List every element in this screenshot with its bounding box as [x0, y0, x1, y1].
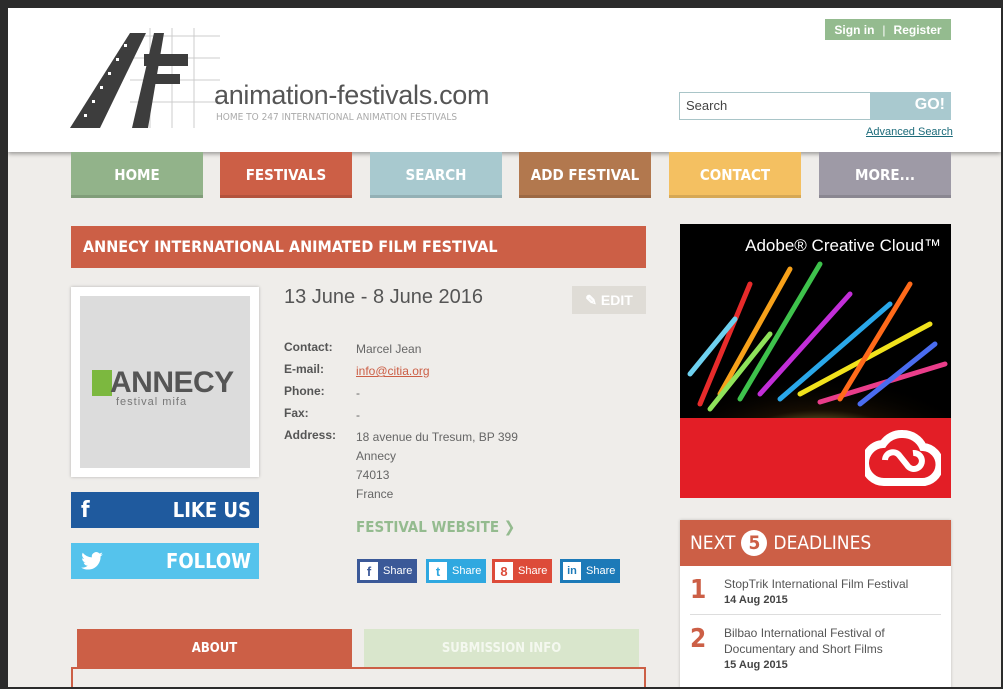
deadline-rank: 1 — [690, 575, 707, 605]
site-name[interactable]: animation-festivals.com — [214, 80, 490, 111]
nav-add-festival[interactable]: ADD FESTIVAL — [519, 152, 651, 198]
share-google-plus-button[interactable]: 8 Share — [492, 559, 553, 583]
deadline-festival-name[interactable]: StopTrik International Film Festival — [724, 576, 941, 592]
share-twitter-button[interactable]: t Share — [426, 559, 487, 583]
festival-logo-card: ANNECY festival mifa — [71, 287, 259, 477]
email-link[interactable]: info@citia.org — [356, 362, 430, 384]
search-input[interactable]: Search — [679, 92, 871, 120]
festival-title: ANNECY INTERNATIONAL ANIMATED FILM FESTI… — [71, 226, 646, 268]
like-us-label: LIKE US — [172, 498, 251, 522]
nav-festivals[interactable]: FESTIVALS — [220, 152, 352, 198]
address-line: Annecy — [356, 449, 397, 463]
tab-panel — [71, 667, 646, 687]
site-logo-icon[interactable] — [70, 28, 220, 128]
festival-logo: ANNECY festival mifa — [80, 296, 250, 468]
contact-label: Contact: — [284, 340, 333, 354]
facebook-like-button[interactable]: f LIKE US — [71, 492, 259, 528]
facebook-icon: f — [81, 497, 90, 523]
festival-contact-info: Contact: Marcel Jean E-mail: info@citia.… — [284, 340, 518, 504]
festival-dates: 13 June - 8 June 2016 — [284, 286, 484, 308]
tab-submission-info[interactable]: SUBMISSION INFO — [364, 629, 639, 667]
share-label: Share — [383, 565, 413, 577]
twitter-icon: t — [429, 562, 447, 580]
address-line: France — [356, 487, 394, 501]
next-deadlines-panel: NEXT 5 DEADLINES 1 StopTrik Internationa… — [680, 520, 951, 687]
edit-button[interactable]: ✎ EDIT — [572, 286, 646, 314]
pencil-icon: ✎ — [585, 291, 597, 308]
festival-logo-subtext: festival mifa — [116, 396, 188, 408]
auth-bar: Sign in | Register — [825, 19, 951, 40]
tab-about[interactable]: ABOUT — [77, 629, 352, 667]
search-go-button[interactable]: GO! — [870, 92, 951, 120]
contact-value: Marcel Jean — [356, 342, 422, 356]
address-line: 74013 — [356, 468, 390, 482]
site-tagline: HOME TO 247 INTERNATIONAL ANIMATION FEST… — [216, 112, 458, 123]
nav-more[interactable]: MORE... — [819, 152, 951, 198]
edit-label: EDIT — [600, 292, 633, 308]
nav-home[interactable]: HOME — [71, 152, 203, 198]
twitter-icon — [81, 552, 103, 570]
deadlines-prefix: NEXT — [690, 532, 736, 554]
deadlines-count: 5 — [741, 530, 768, 556]
share-linkedin-button[interactable]: in Share — [560, 559, 621, 583]
fax-value: - — [356, 408, 360, 422]
annecy-logo-mark-icon — [92, 370, 112, 396]
share-label: Share — [452, 565, 482, 577]
phone-label: Phone: — [284, 384, 325, 398]
email-label: E-mail: — [284, 362, 325, 376]
festival-website-label: FESTIVAL WEBSITE — [356, 518, 500, 536]
sign-in-link[interactable]: Sign in — [834, 23, 874, 37]
address-line: 18 avenue du Tresum, BP 399 — [356, 430, 518, 444]
nav-contact[interactable]: CONTACT — [669, 152, 801, 198]
share-facebook-button[interactable]: f Share — [357, 559, 418, 583]
deadline-festival-name[interactable]: Bilbao International Festival of Documen… — [724, 625, 941, 657]
deadline-date: 15 Aug 2015 — [724, 659, 788, 671]
address-label: Address: — [284, 428, 337, 442]
deadline-item[interactable]: 2 Bilbao International Festival of Docum… — [690, 615, 941, 671]
auth-separator: | — [882, 22, 886, 37]
follow-label: FOLLOW — [166, 549, 251, 573]
advertisement-banner[interactable]: Adobe® Creative Cloud™ — [680, 224, 951, 498]
phone-value: - — [356, 386, 360, 400]
creative-cloud-icon — [865, 429, 941, 486]
ad-title: Adobe® Creative Cloud™ — [745, 236, 941, 255]
nav-search[interactable]: SEARCH — [370, 152, 502, 198]
register-link[interactable]: Register — [894, 23, 942, 37]
browser-viewport: animation-festivals.com HOME TO 247 INTE… — [8, 8, 1001, 687]
deadlines-header: NEXT 5 DEADLINES — [680, 520, 951, 566]
site-header: animation-festivals.com HOME TO 247 INTE… — [8, 8, 1001, 152]
deadline-item[interactable]: 1 StopTrik International Film Festival 1… — [690, 566, 941, 606]
festival-logo-text: ANNECY — [110, 366, 234, 399]
share-label: Share — [518, 565, 548, 577]
share-label: Share — [586, 565, 616, 577]
deadline-date: 14 Aug 2015 — [724, 594, 788, 606]
chevron-right-icon: ❯ — [503, 518, 516, 536]
google-plus-icon: 8 — [495, 562, 513, 580]
address-value: 18 avenue du Tresum, BP 399 Annecy 74013… — [356, 428, 518, 504]
deadline-rank: 2 — [690, 624, 707, 654]
festival-website-link[interactable]: FESTIVAL WEBSITE ❯ — [356, 518, 515, 536]
fax-label: Fax: — [284, 406, 309, 420]
deadlines-suffix: DEADLINES — [773, 532, 872, 554]
twitter-follow-button[interactable]: FOLLOW — [71, 543, 259, 579]
facebook-icon: f — [360, 562, 378, 580]
linkedin-icon: in — [563, 562, 581, 580]
ad-footer — [680, 418, 951, 498]
advanced-search-link[interactable]: Advanced Search — [866, 126, 953, 138]
